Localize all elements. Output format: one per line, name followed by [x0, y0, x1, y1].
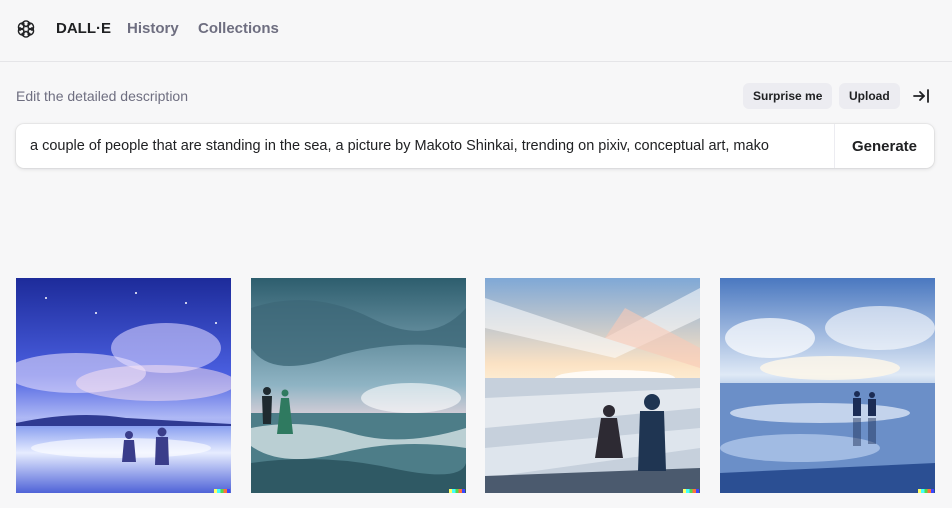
- surprise-me-button[interactable]: Surprise me: [743, 83, 833, 109]
- color-signature: [918, 489, 934, 493]
- color-signature: [214, 489, 230, 493]
- generated-image-1[interactable]: [16, 278, 231, 493]
- prompt-input[interactable]: a couple of people that are standing in …: [30, 124, 830, 168]
- openai-logo-icon[interactable]: [15, 18, 37, 40]
- nav-collections-link[interactable]: Collections: [198, 20, 279, 37]
- color-signature: [683, 489, 699, 493]
- color-signature: [449, 489, 465, 493]
- prompt-hint: Edit the detailed description: [16, 88, 188, 104]
- generate-button[interactable]: Generate: [835, 124, 934, 168]
- top-bar: DALL·E History Collections: [0, 0, 952, 62]
- prompt-bar: a couple of people that are standing in …: [16, 124, 934, 168]
- nav-history-link[interactable]: History: [127, 20, 179, 37]
- generated-image-4[interactable]: [720, 278, 935, 493]
- arrow-to-right-icon[interactable]: [911, 86, 931, 106]
- generated-image-3[interactable]: [485, 278, 700, 493]
- upload-button[interactable]: Upload: [839, 83, 900, 109]
- generated-image-2[interactable]: [251, 278, 466, 493]
- brand-title[interactable]: DALL·E: [56, 20, 111, 37]
